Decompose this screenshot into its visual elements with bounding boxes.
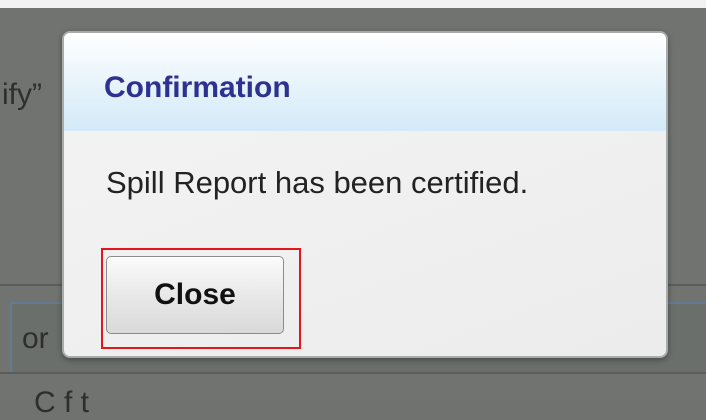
background-field-text: or (22, 322, 49, 355)
dialog-message: Spill Report has been certified. (106, 165, 529, 200)
close-button[interactable]: Close (106, 256, 284, 334)
background-top-strip (0, 0, 706, 8)
background-text-fragment: C f t (34, 386, 90, 419)
background-text-fragment: ify” (2, 78, 42, 111)
background-divider (0, 372, 706, 374)
dialog-header: Confirmation (64, 33, 666, 131)
dialog-title: Confirmation (104, 71, 291, 104)
confirmation-dialog: Confirmation Spill Report has been certi… (62, 31, 668, 358)
